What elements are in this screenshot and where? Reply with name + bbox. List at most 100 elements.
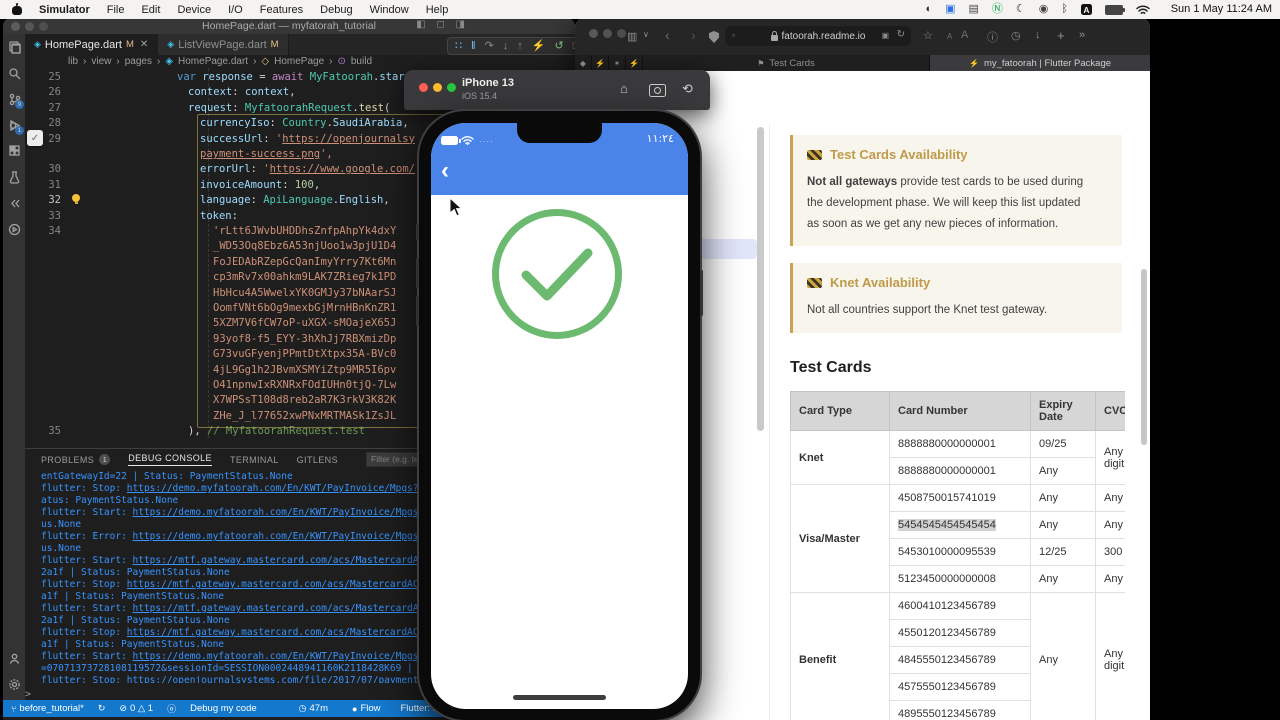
minimize-window-button[interactable] [603, 29, 612, 38]
bluetooth-icon[interactable]: ᛒ [1061, 0, 1068, 19]
minimize-window-button[interactable] [433, 83, 442, 92]
menu-item-window[interactable]: Window [370, 4, 409, 16]
new-tab-icon[interactable]: + [1057, 28, 1065, 43]
font-bigger-icon[interactable]: A [961, 29, 968, 41]
moon-icon[interactable]: ☾ [1016, 0, 1026, 19]
drag-dots-icon[interactable]: ∷ [455, 39, 462, 53]
breadcrumb-segment[interactable]: HomePage [274, 56, 324, 67]
rotate-icon[interactable]: ⟲ [682, 81, 693, 97]
address-bar[interactable]: ▫ fatoorah.readme.io ▣ ↻ [725, 26, 911, 46]
console-link[interactable]: https://mtf.gateway.mastercard.com/acs/M… [127, 579, 442, 590]
extensions-icon[interactable] [3, 138, 25, 164]
menu-item-help[interactable]: Help [426, 4, 449, 16]
statusbar-git-branch[interactable]: ⑂ before_tutorial* [11, 703, 84, 714]
test-flask-icon[interactable] [3, 164, 25, 190]
menu-item-features[interactable]: Features [260, 4, 303, 16]
history-clock-icon[interactable]: ◷ [1011, 29, 1021, 42]
breadcrumb-segment[interactable]: ◇ [261, 56, 269, 67]
bookmark-star-icon[interactable]: ☆ [923, 29, 933, 42]
grid-app-icon[interactable]: ▤ [969, 0, 979, 19]
console-prompt[interactable]: > [25, 689, 31, 700]
console-link[interactable]: https://mtf.gateway.mastercard.com/acs/M… [133, 555, 448, 566]
statusbar-problems[interactable]: ⊘ 0 △ 1 [119, 703, 153, 714]
breadcrumb-segment[interactable]: build [351, 56, 372, 67]
notion-icon[interactable]: Ⓝ [992, 0, 1003, 19]
time-machine-icon[interactable]: ◐ [925, 0, 932, 19]
console-link[interactable]: https://demo.myfatoorah.com/En/KWT/PayIn… [133, 507, 448, 518]
info-icon[interactable]: ⓘ [987, 29, 998, 45]
apple-icon[interactable] [12, 4, 22, 15]
panel-tab-gitlens[interactable]: GITLENS [297, 455, 338, 465]
run-circle-icon[interactable] [3, 216, 25, 242]
breadcrumb-segment[interactable]: › [329, 56, 332, 67]
step-out-icon[interactable]: ↑ [517, 39, 523, 53]
menu-item-simulator[interactable]: Simulator [39, 4, 90, 16]
explorer-icon[interactable] [3, 34, 25, 60]
wifi-icon[interactable] [1136, 4, 1150, 15]
pinned-tab-2[interactable]: ⚡ [592, 55, 609, 71]
screenshot-icon[interactable] [649, 84, 666, 97]
breadcrumb-segment[interactable]: HomePage.dart [178, 56, 248, 67]
step-into-icon[interactable]: ↓ [503, 39, 509, 53]
breadcrumb-segment[interactable]: lib [68, 56, 78, 67]
chevron-down-icon[interactable]: ∨ [643, 30, 649, 39]
zoom-window-button[interactable] [447, 83, 456, 92]
console-link[interactable]: https://openjournalsystems.com/file/2017… [127, 675, 447, 683]
breadcrumb-segment[interactable]: › [116, 56, 119, 67]
home-indicator[interactable] [513, 695, 606, 700]
account-icon[interactable] [3, 645, 25, 671]
tab-listviewpage-dart[interactable]: ◈ ListViewPage.dart M [158, 34, 289, 55]
sidebar-toggle-icon[interactable]: ▥ [627, 30, 637, 43]
hot-reload-icon[interactable]: ⚡ [532, 39, 546, 53]
breadcrumb-segment[interactable]: pages [125, 56, 152, 67]
statusbar-debug-task[interactable]: Debug my code [190, 703, 257, 714]
close-tab-icon[interactable]: ✕ [140, 39, 148, 50]
record-icon[interactable]: ◉ [1039, 0, 1049, 19]
vscode-titlebar[interactable]: HomePage.dart — myfatorah_tutorial ◧ ◻ ◨ [3, 18, 575, 34]
simulator-titlebar[interactable]: iPhone 13 iOS 15.4 ⌂ ⟲ [404, 70, 710, 110]
console-link[interactable]: https://demo.myfatoorah.com/En/KWT/PayIn… [133, 651, 448, 662]
menu-item-device[interactable]: Device [177, 4, 211, 16]
page-scrollbar[interactable] [1141, 269, 1147, 445]
home-icon[interactable]: ⌂ [620, 81, 628, 96]
reload-icon[interactable]: ↻ [897, 29, 905, 40]
downloads-icon[interactable]: ↓ [1035, 29, 1041, 41]
tab-homepage-dart[interactable]: ◈ HomePage.dart M ✕ [25, 34, 159, 55]
search-icon[interactable] [3, 60, 25, 86]
breadcrumb-segment[interactable]: › [83, 56, 86, 67]
console-link[interactable]: https://demo.myfatoorah.com/En/KWT/PayIn… [127, 483, 447, 494]
breadcrumb-segment[interactable]: ⊙ [337, 56, 345, 67]
back-icon[interactable]: ‹ [665, 27, 670, 43]
translate-icon[interactable]: ▣ [881, 31, 889, 40]
more-icon[interactable]: » [1079, 29, 1085, 41]
statusbar-timer[interactable]: ◷ 47m [299, 703, 328, 714]
menu-clock[interactable]: Sun 1 May 11:24 AM [1171, 0, 1272, 19]
breadcrumb[interactable]: lib › view › pages › ◈ HomePage.dart › ◇ HomePage ›… [68, 55, 372, 68]
menu-item-edit[interactable]: Edit [141, 4, 160, 16]
statusbar-sync[interactable]: ↻ [98, 703, 106, 714]
input-source-icon[interactable]: A [1081, 4, 1092, 15]
breadcrumb-segment[interactable]: ◈ [165, 56, 173, 67]
menu-item-debug[interactable]: Debug [320, 4, 352, 16]
console-link[interactable]: https://mtf.gateway.mastercard.com/acs/M… [133, 603, 448, 614]
close-window-button[interactable] [419, 83, 428, 92]
panel-tab-terminal[interactable]: TERMINAL [230, 455, 279, 465]
pause-icon[interactable]: ‖ [471, 39, 476, 53]
tab-test-cards[interactable]: ⚑ Test Cards [643, 55, 930, 71]
breadcrumb-segment[interactable]: › [253, 56, 256, 67]
zoom-window-button[interactable] [617, 29, 626, 38]
menu-item-io[interactable]: I/O [228, 4, 243, 16]
breadcrumb-segment[interactable]: view [91, 56, 111, 67]
reader-icon[interactable]: ▫ [732, 31, 735, 40]
console-link[interactable]: https://mtf.gateway.mastercard.com/acs/M… [127, 627, 442, 638]
debug-icon[interactable]: 1 [3, 112, 25, 138]
settings-gear-icon[interactable] [3, 671, 25, 697]
font-smaller-icon[interactable]: A [947, 32, 952, 41]
layout-toggle-icons[interactable]: ◧ ◻ ◨ [416, 19, 469, 30]
lightbulb-icon[interactable] [72, 194, 80, 204]
restart-icon[interactable]: ↺ [554, 39, 563, 53]
panel-tab-problems[interactable]: PROBLEMS 1 [41, 454, 111, 465]
panel-tab-debug-console[interactable]: DEBUG CONSOLE [128, 453, 212, 466]
docs-sidebar-scrollbar[interactable] [757, 127, 764, 431]
collapse-icon[interactable] [3, 190, 25, 216]
